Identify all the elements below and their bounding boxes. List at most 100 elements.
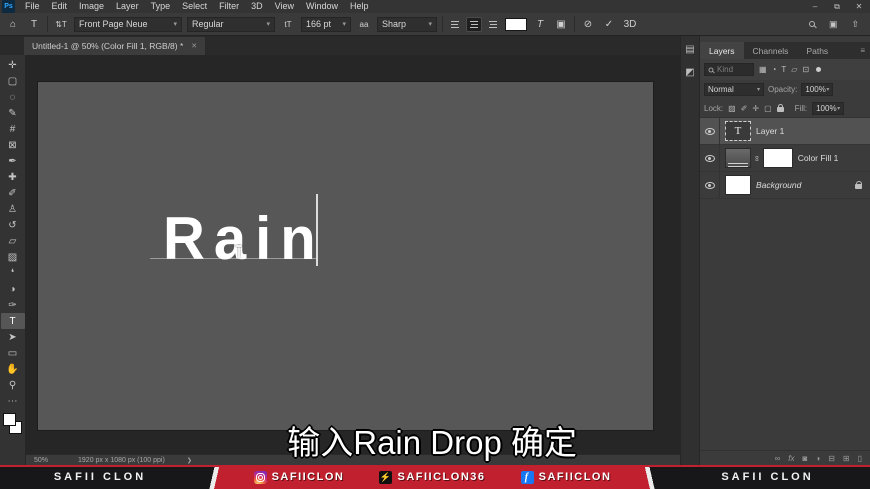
clone-stamp-tool[interactable]: ♙	[1, 201, 25, 217]
layer-name[interactable]: Background	[756, 180, 801, 190]
foreground-background-colors[interactable]	[3, 413, 23, 439]
eye-icon[interactable]	[705, 155, 715, 162]
filter-pixel-layers-icon[interactable]: ▦	[759, 65, 767, 74]
restore-button[interactable]: ⧉	[826, 0, 848, 13]
history-brush-tool[interactable]: ↺	[1, 217, 25, 233]
gradient-tool[interactable]: ▨	[1, 249, 25, 265]
lock-position-icon[interactable]: ✛	[752, 104, 759, 113]
menu-image[interactable]: Image	[73, 0, 110, 13]
align-right-button[interactable]	[486, 18, 500, 31]
tab-layers[interactable]: Layers	[700, 42, 744, 59]
canvas[interactable]: Rain	[38, 82, 653, 430]
toggle-panels-icon[interactable]: ▣	[553, 19, 569, 30]
tab-channels[interactable]: Channels	[744, 42, 798, 59]
lock-artboard-icon[interactable]: ▢	[764, 104, 772, 113]
path-selection-tool[interactable]: ➤	[1, 329, 25, 345]
layer-row-background[interactable]: Background	[700, 172, 870, 199]
hand-tool[interactable]: ✋	[1, 361, 25, 377]
filter-adjustment-layers-icon[interactable]: ◔	[772, 65, 777, 74]
layer-filter-search[interactable]: Kind	[704, 63, 754, 76]
filter-smart-objects-icon[interactable]: ⊡	[802, 65, 809, 74]
anti-alias-dropdown[interactable]: Sharp	[377, 17, 437, 32]
background-layer-thumbnail[interactable]	[726, 176, 750, 194]
frame-tool[interactable]: ⊠	[1, 137, 25, 153]
lock-image-pixels-icon[interactable]: ✐	[741, 104, 748, 113]
menu-edit[interactable]: Edit	[46, 0, 74, 13]
blend-mode-dropdown[interactable]: Normal	[704, 83, 764, 96]
rectangle-tool[interactable]: ▭	[1, 345, 25, 361]
history-panel-icon[interactable]: ▤	[685, 44, 694, 55]
marquee-tool[interactable]: ▢	[1, 73, 25, 89]
filter-type-layers-icon[interactable]: T	[781, 65, 786, 74]
document-tab[interactable]: Untitled-1 @ 50% (Color Fill 1, RGB/8) *…	[24, 37, 205, 55]
text-layer-thumbnail[interactable]: T	[726, 122, 750, 140]
foreground-color-swatch[interactable]	[3, 413, 16, 426]
commit-edits-icon[interactable]: ✓	[601, 19, 617, 30]
text-color-swatch[interactable]	[505, 18, 527, 31]
font-size-dropdown[interactable]: 166 pt	[301, 17, 351, 32]
dodge-tool[interactable]: ◑	[1, 281, 25, 297]
brush-tool[interactable]: ✐	[1, 185, 25, 201]
layer-row-color-fill-1[interactable]: ∞ Color Fill 1	[700, 145, 870, 172]
visibility-cell[interactable]	[700, 172, 720, 198]
new-group-icon[interactable]: ⊟	[828, 454, 835, 463]
menu-view[interactable]: View	[269, 0, 300, 13]
zoom-level[interactable]: 50%	[34, 457, 48, 464]
zoom-tool[interactable]: ⚲	[1, 377, 25, 393]
lock-transparent-pixels-icon[interactable]: ▨	[728, 104, 736, 113]
close-button[interactable]: ✕	[848, 0, 870, 13]
font-family-dropdown[interactable]: Front Page Neue	[74, 17, 182, 32]
lasso-tool[interactable]: ◌	[1, 89, 25, 105]
status-chevron-icon[interactable]: ❯	[187, 457, 192, 464]
pen-tool[interactable]: ✑	[1, 297, 25, 313]
tab-close-icon[interactable]: ✕	[191, 42, 197, 50]
cancel-edits-icon[interactable]: ⊘	[580, 19, 596, 30]
add-layer-mask-icon[interactable]: ◙	[803, 454, 808, 463]
eye-icon[interactable]	[705, 182, 715, 189]
menu-window[interactable]: Window	[300, 0, 344, 13]
eyedropper-tool[interactable]: ✒	[1, 153, 25, 169]
healing-brush-tool[interactable]: ✚	[1, 169, 25, 185]
new-layer-icon[interactable]: ⊞	[843, 454, 850, 463]
menu-help[interactable]: Help	[344, 0, 375, 13]
mask-link-icon[interactable]: ∞	[752, 155, 761, 161]
font-style-dropdown[interactable]: Regular	[187, 17, 275, 32]
layer-effects-icon[interactable]: fx	[788, 454, 794, 463]
share-icon[interactable]: ⇧	[851, 19, 859, 30]
delete-layer-icon[interactable]: ▯	[858, 454, 862, 463]
layer-name[interactable]: Layer 1	[756, 126, 784, 136]
move-tool[interactable]: ✛	[1, 57, 25, 73]
3d-button[interactable]: 3D	[622, 19, 638, 30]
edit-toolbar-icon[interactable]: ⋯	[1, 393, 25, 409]
menu-type[interactable]: Type	[145, 0, 177, 13]
menu-filter[interactable]: Filter	[213, 0, 245, 13]
fill-layer-thumbnail[interactable]	[726, 149, 750, 167]
link-layers-icon[interactable]: ∞	[775, 454, 781, 463]
home-icon[interactable]: ⌂	[5, 19, 21, 30]
menu-file[interactable]: File	[19, 0, 46, 13]
visibility-cell[interactable]	[700, 145, 720, 171]
fill-dropdown[interactable]: 100%	[812, 102, 844, 115]
workspace-switcher-icon[interactable]: ▣	[829, 19, 838, 30]
filter-shape-layers-icon[interactable]: ▱	[791, 65, 797, 74]
opacity-dropdown[interactable]: 100%	[801, 83, 833, 96]
align-center-button[interactable]	[467, 18, 481, 31]
layer-row-layer-1[interactable]: T Layer 1	[700, 118, 870, 145]
eraser-tool[interactable]: ▱	[1, 233, 25, 249]
properties-panel-icon[interactable]: ◩	[685, 67, 694, 78]
menu-3d[interactable]: 3D	[245, 0, 269, 13]
layer-name[interactable]: Color Fill 1	[798, 153, 839, 163]
minimize-button[interactable]: –	[804, 0, 826, 13]
canvas-text[interactable]: Rain	[163, 209, 325, 269]
menu-select[interactable]: Select	[176, 0, 213, 13]
filter-toggle[interactable]	[816, 67, 821, 72]
warp-text-icon[interactable]: T	[532, 19, 548, 30]
tab-paths[interactable]: Paths	[797, 42, 837, 59]
align-left-button[interactable]	[448, 18, 462, 31]
menu-layer[interactable]: Layer	[110, 0, 145, 13]
text-orientation-icon[interactable]: ⇅T	[53, 20, 69, 29]
crop-tool[interactable]: #	[1, 121, 25, 137]
lock-all-icon[interactable]	[777, 107, 784, 112]
panel-menu-icon[interactable]: ≡	[855, 42, 870, 59]
visibility-cell[interactable]	[700, 118, 720, 144]
